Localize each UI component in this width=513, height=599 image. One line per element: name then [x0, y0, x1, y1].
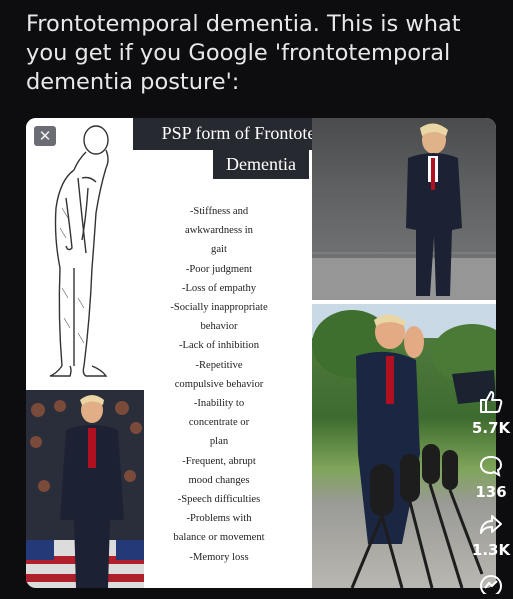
posture-sketch: [26, 118, 138, 390]
symptom-item: -Lack of inhibition: [178, 340, 260, 352]
symptom-item: -Stiffness and awkwardness in gait: [185, 206, 253, 256]
post-image[interactable]: PSP form of Frontotemporal Dementia -Sti…: [26, 118, 496, 588]
action-bar: 5.7K 136 1.3K: [466, 388, 513, 597]
symptom-item: -Loss of empathy: [181, 282, 257, 294]
symptom-item: -Repetitive compulsive behavior: [174, 359, 264, 390]
like-count: 5.7K: [471, 419, 511, 437]
share-icon: [480, 515, 502, 534]
photo-standing-man: [312, 118, 496, 300]
comment-icon: [479, 455, 503, 478]
views-icon: [480, 575, 502, 597]
share-button[interactable]: 1.3K: [466, 512, 513, 559]
symptom-item: -Memory loss: [189, 551, 249, 563]
like-icon: [480, 391, 503, 413]
post-caption: Frontotemporal dementia. This is what yo…: [26, 11, 461, 95]
share-count: 1.3K: [471, 541, 511, 559]
symptom-item: -Frequent, abrupt mood changes: [182, 455, 256, 486]
comment-button[interactable]: 136: [466, 454, 513, 501]
symptom-item: -Socially inappropriate behavior: [170, 302, 268, 333]
views-button[interactable]: [466, 574, 513, 599]
symptom-item: -Inability to concentrate or plan: [188, 398, 250, 448]
symptom-item: -Poor judgment: [185, 263, 253, 275]
photo-rally: [26, 390, 144, 588]
symptom-list: -Stiffness and awkwardness in gait -Poor…: [148, 184, 290, 582]
like-button[interactable]: 5.7K: [466, 390, 513, 437]
symptom-item: -Problems with balance or movement: [173, 513, 265, 544]
symptom-item: -Speech difficulties: [177, 494, 261, 506]
comment-count: 136: [475, 483, 507, 501]
image-subtitle: Dementia: [213, 150, 309, 179]
close-icon[interactable]: ✕: [34, 126, 56, 146]
